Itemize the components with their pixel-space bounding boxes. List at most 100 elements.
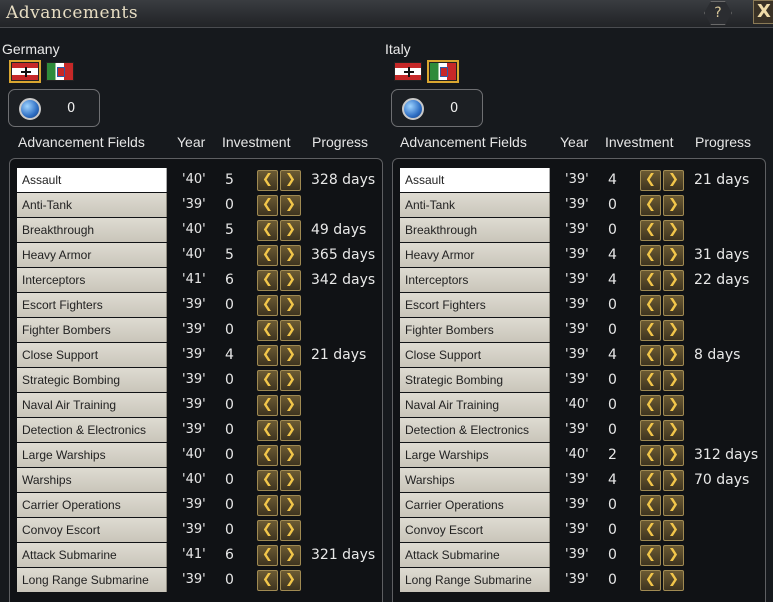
increase-investment-button[interactable]: ❯ — [663, 245, 684, 266]
advancement-field-button[interactable]: Fighter Bombers — [400, 318, 550, 342]
decrease-investment-button[interactable]: ❮ — [257, 345, 278, 366]
increase-investment-button[interactable]: ❯ — [663, 345, 684, 366]
help-button[interactable]: ? — [704, 1, 732, 25]
increase-investment-button[interactable]: ❯ — [280, 495, 301, 516]
increase-investment-button[interactable]: ❯ — [280, 245, 301, 266]
advancement-field-button[interactable]: Detection & Electronics — [17, 418, 167, 442]
advancement-field-button[interactable]: Interceptors — [17, 268, 167, 292]
decrease-investment-button[interactable]: ❮ — [640, 245, 661, 266]
decrease-investment-button[interactable]: ❮ — [640, 370, 661, 391]
decrease-investment-button[interactable]: ❮ — [257, 520, 278, 541]
close-button[interactable]: X — [753, 0, 773, 24]
decrease-investment-button[interactable]: ❮ — [640, 420, 661, 441]
increase-investment-button[interactable]: ❯ — [663, 195, 684, 216]
advancement-field-button[interactable]: Convoy Escort — [17, 518, 167, 542]
increase-investment-button[interactable]: ❯ — [280, 295, 301, 316]
increase-investment-button[interactable]: ❯ — [280, 470, 301, 491]
advancement-field-button[interactable]: Escort Fighters — [17, 293, 167, 317]
increase-investment-button[interactable]: ❯ — [280, 520, 301, 541]
advancement-field-button[interactable]: Interceptors — [400, 268, 550, 292]
decrease-investment-button[interactable]: ❮ — [640, 320, 661, 341]
advancement-field-button[interactable]: Large Warships — [400, 443, 550, 467]
decrease-investment-button[interactable]: ❮ — [257, 195, 278, 216]
increase-investment-button[interactable]: ❯ — [663, 495, 684, 516]
decrease-investment-button[interactable]: ❮ — [640, 195, 661, 216]
flag-italy[interactable] — [427, 60, 459, 83]
advancement-field-button[interactable]: Convoy Escort — [400, 518, 550, 542]
decrease-investment-button[interactable]: ❮ — [257, 320, 278, 341]
increase-investment-button[interactable]: ❯ — [663, 420, 684, 441]
advancement-field-button[interactable]: Anti-Tank — [400, 193, 550, 217]
increase-investment-button[interactable]: ❯ — [663, 295, 684, 316]
increase-investment-button[interactable]: ❯ — [663, 395, 684, 416]
decrease-investment-button[interactable]: ❮ — [257, 445, 278, 466]
decrease-investment-button[interactable]: ❮ — [257, 420, 278, 441]
increase-investment-button[interactable]: ❯ — [663, 370, 684, 391]
decrease-investment-button[interactable]: ❮ — [640, 445, 661, 466]
advancement-field-button[interactable]: Long Range Submarine — [17, 568, 167, 592]
decrease-investment-button[interactable]: ❮ — [640, 570, 661, 591]
advancement-field-button[interactable]: Breakthrough — [400, 218, 550, 242]
advancement-field-button[interactable]: Breakthrough — [17, 218, 167, 242]
decrease-investment-button[interactable]: ❮ — [257, 245, 278, 266]
increase-investment-button[interactable]: ❯ — [663, 520, 684, 541]
increase-investment-button[interactable]: ❯ — [280, 195, 301, 216]
decrease-investment-button[interactable]: ❮ — [640, 395, 661, 416]
increase-investment-button[interactable]: ❯ — [280, 545, 301, 566]
advancement-field-button[interactable]: Long Range Submarine — [400, 568, 550, 592]
advancement-field-button[interactable]: Attack Submarine — [17, 543, 167, 567]
increase-investment-button[interactable]: ❯ — [663, 445, 684, 466]
advancement-field-button[interactable]: Heavy Armor — [400, 243, 550, 267]
advancement-field-button[interactable]: Large Warships — [17, 443, 167, 467]
decrease-investment-button[interactable]: ❮ — [257, 395, 278, 416]
increase-investment-button[interactable]: ❯ — [280, 320, 301, 341]
decrease-investment-button[interactable]: ❮ — [640, 520, 661, 541]
advancement-field-button[interactable]: Detection & Electronics — [400, 418, 550, 442]
increase-investment-button[interactable]: ❯ — [663, 570, 684, 591]
advancement-field-button[interactable]: Warships — [400, 468, 550, 492]
decrease-investment-button[interactable]: ❮ — [640, 295, 661, 316]
increase-investment-button[interactable]: ❯ — [663, 170, 684, 191]
increase-investment-button[interactable]: ❯ — [280, 370, 301, 391]
advancement-field-button[interactable]: Carrier Operations — [17, 493, 167, 517]
increase-investment-button[interactable]: ❯ — [280, 345, 301, 366]
decrease-investment-button[interactable]: ❮ — [257, 295, 278, 316]
increase-investment-button[interactable]: ❯ — [663, 220, 684, 241]
increase-investment-button[interactable]: ❯ — [663, 320, 684, 341]
decrease-investment-button[interactable]: ❮ — [640, 170, 661, 191]
increase-investment-button[interactable]: ❯ — [280, 570, 301, 591]
decrease-investment-button[interactable]: ❮ — [257, 495, 278, 516]
advancement-field-button[interactable]: Assault — [17, 168, 167, 192]
flag-germany[interactable] — [9, 60, 41, 83]
decrease-investment-button[interactable]: ❮ — [257, 220, 278, 241]
decrease-investment-button[interactable]: ❮ — [640, 345, 661, 366]
advancement-field-button[interactable]: Close Support — [400, 343, 550, 367]
decrease-investment-button[interactable]: ❮ — [640, 470, 661, 491]
decrease-investment-button[interactable]: ❮ — [257, 370, 278, 391]
decrease-investment-button[interactable]: ❮ — [257, 170, 278, 191]
increase-investment-button[interactable]: ❯ — [280, 395, 301, 416]
decrease-investment-button[interactable]: ❮ — [257, 570, 278, 591]
decrease-investment-button[interactable]: ❮ — [640, 545, 661, 566]
advancement-field-button[interactable]: Close Support — [17, 343, 167, 367]
advancement-field-button[interactable]: Naval Air Training — [400, 393, 550, 417]
advancement-field-button[interactable]: Fighter Bombers — [17, 318, 167, 342]
increase-investment-button[interactable]: ❯ — [280, 170, 301, 191]
increase-investment-button[interactable]: ❯ — [663, 270, 684, 291]
advancement-field-button[interactable]: Warships — [17, 468, 167, 492]
increase-investment-button[interactable]: ❯ — [280, 220, 301, 241]
advancement-field-button[interactable]: Escort Fighters — [400, 293, 550, 317]
advancement-field-button[interactable]: Strategic Bombing — [400, 368, 550, 392]
flag-germany[interactable] — [394, 62, 422, 81]
decrease-investment-button[interactable]: ❮ — [257, 545, 278, 566]
increase-investment-button[interactable]: ❯ — [280, 420, 301, 441]
advancement-field-button[interactable]: Attack Submarine — [400, 543, 550, 567]
decrease-investment-button[interactable]: ❮ — [640, 220, 661, 241]
increase-investment-button[interactable]: ❯ — [280, 445, 301, 466]
increase-investment-button[interactable]: ❯ — [280, 270, 301, 291]
advancement-field-button[interactable]: Naval Air Training — [17, 393, 167, 417]
advancement-field-button[interactable]: Carrier Operations — [400, 493, 550, 517]
advancement-field-button[interactable]: Strategic Bombing — [17, 368, 167, 392]
advancement-field-button[interactable]: Heavy Armor — [17, 243, 167, 267]
decrease-investment-button[interactable]: ❮ — [640, 495, 661, 516]
